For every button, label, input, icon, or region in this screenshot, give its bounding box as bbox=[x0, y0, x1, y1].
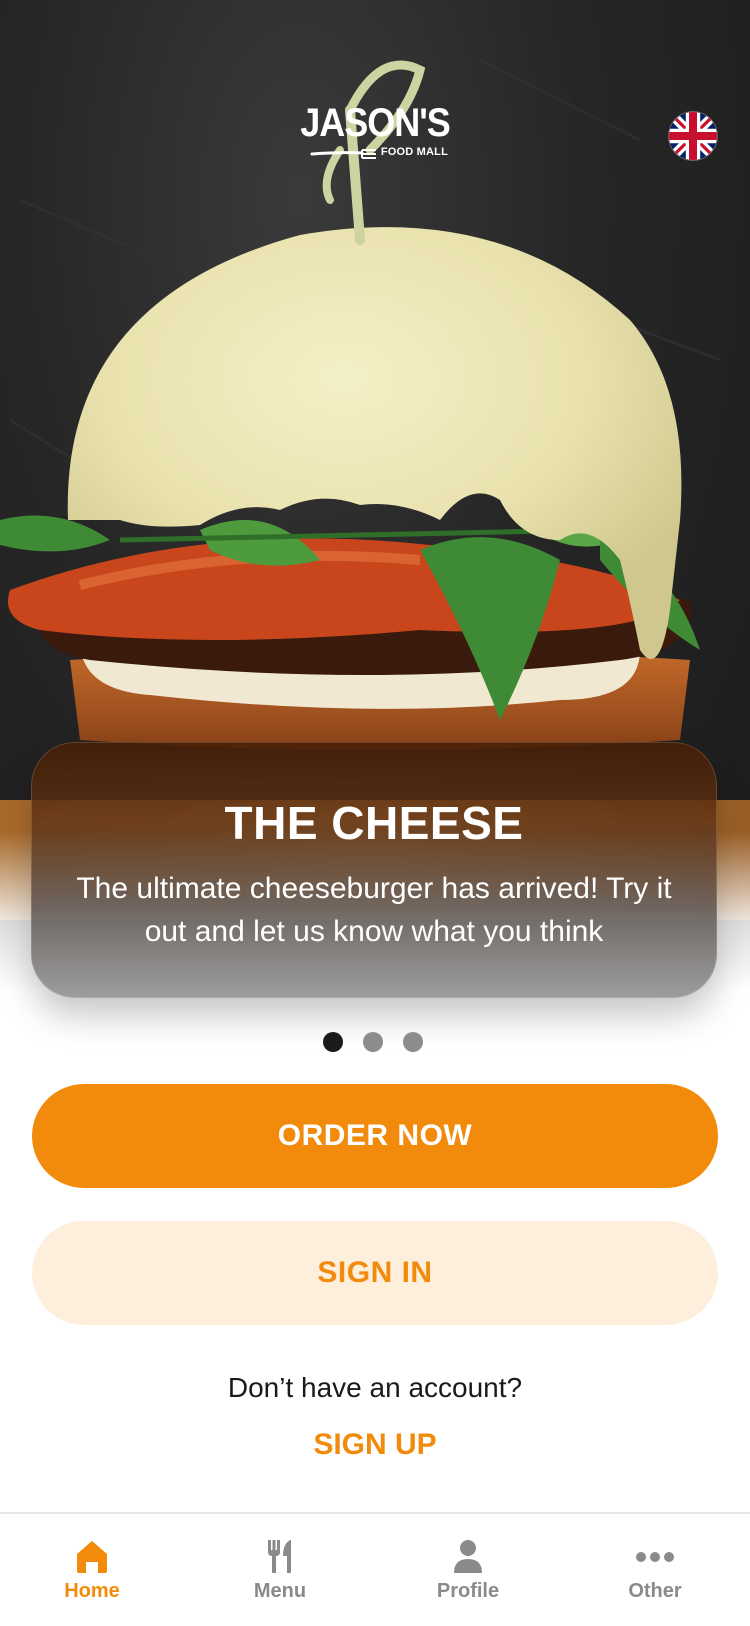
order-now-button[interactable]: ORDER NOW bbox=[32, 1084, 718, 1188]
promo-card[interactable]: THE CHEESE The ultimate cheeseburger has… bbox=[31, 742, 717, 998]
promo-title: THE CHEESE bbox=[224, 797, 524, 849]
logo-subtitle: FOOD MALL bbox=[380, 146, 448, 158]
language-selector[interactable] bbox=[669, 112, 717, 160]
sign-in-button[interactable]: SIGN IN bbox=[32, 1221, 718, 1325]
fork-icon bbox=[310, 149, 376, 159]
tab-other-label: Other bbox=[628, 1580, 682, 1602]
tab-menu[interactable]: Menu bbox=[205, 1514, 355, 1626]
carousel-dot-3[interactable] bbox=[403, 1032, 423, 1052]
promo-description: The ultimate cheeseburger has arrived! T… bbox=[76, 872, 672, 948]
carousel-dot-1[interactable] bbox=[323, 1032, 343, 1052]
tab-home-label: Home bbox=[64, 1580, 120, 1602]
no-account-text: Don’t have an account? bbox=[227, 1372, 523, 1403]
carousel-dot-2[interactable] bbox=[363, 1032, 383, 1052]
brand-logo: JASON'S FOOD MALL bbox=[300, 99, 451, 166]
fork-knife-icon bbox=[268, 1540, 291, 1573]
logo-wordmark: JASON'S bbox=[300, 99, 451, 145]
tab-home[interactable]: Home bbox=[17, 1514, 167, 1626]
uk-flag-icon bbox=[669, 112, 717, 160]
person-icon bbox=[454, 1540, 482, 1573]
sign-up-link[interactable]: SIGN UP bbox=[0, 1428, 750, 1462]
tab-profile[interactable]: Profile bbox=[393, 1514, 543, 1626]
bottom-tab-bar: Home Menu Profile Other bbox=[0, 1512, 750, 1626]
more-dots-icon bbox=[636, 1552, 674, 1562]
tab-profile-label: Profile bbox=[436, 1580, 500, 1602]
tab-other[interactable]: Other bbox=[580, 1514, 730, 1626]
home-icon bbox=[77, 1541, 107, 1573]
tab-menu-label: Menu bbox=[253, 1580, 307, 1602]
